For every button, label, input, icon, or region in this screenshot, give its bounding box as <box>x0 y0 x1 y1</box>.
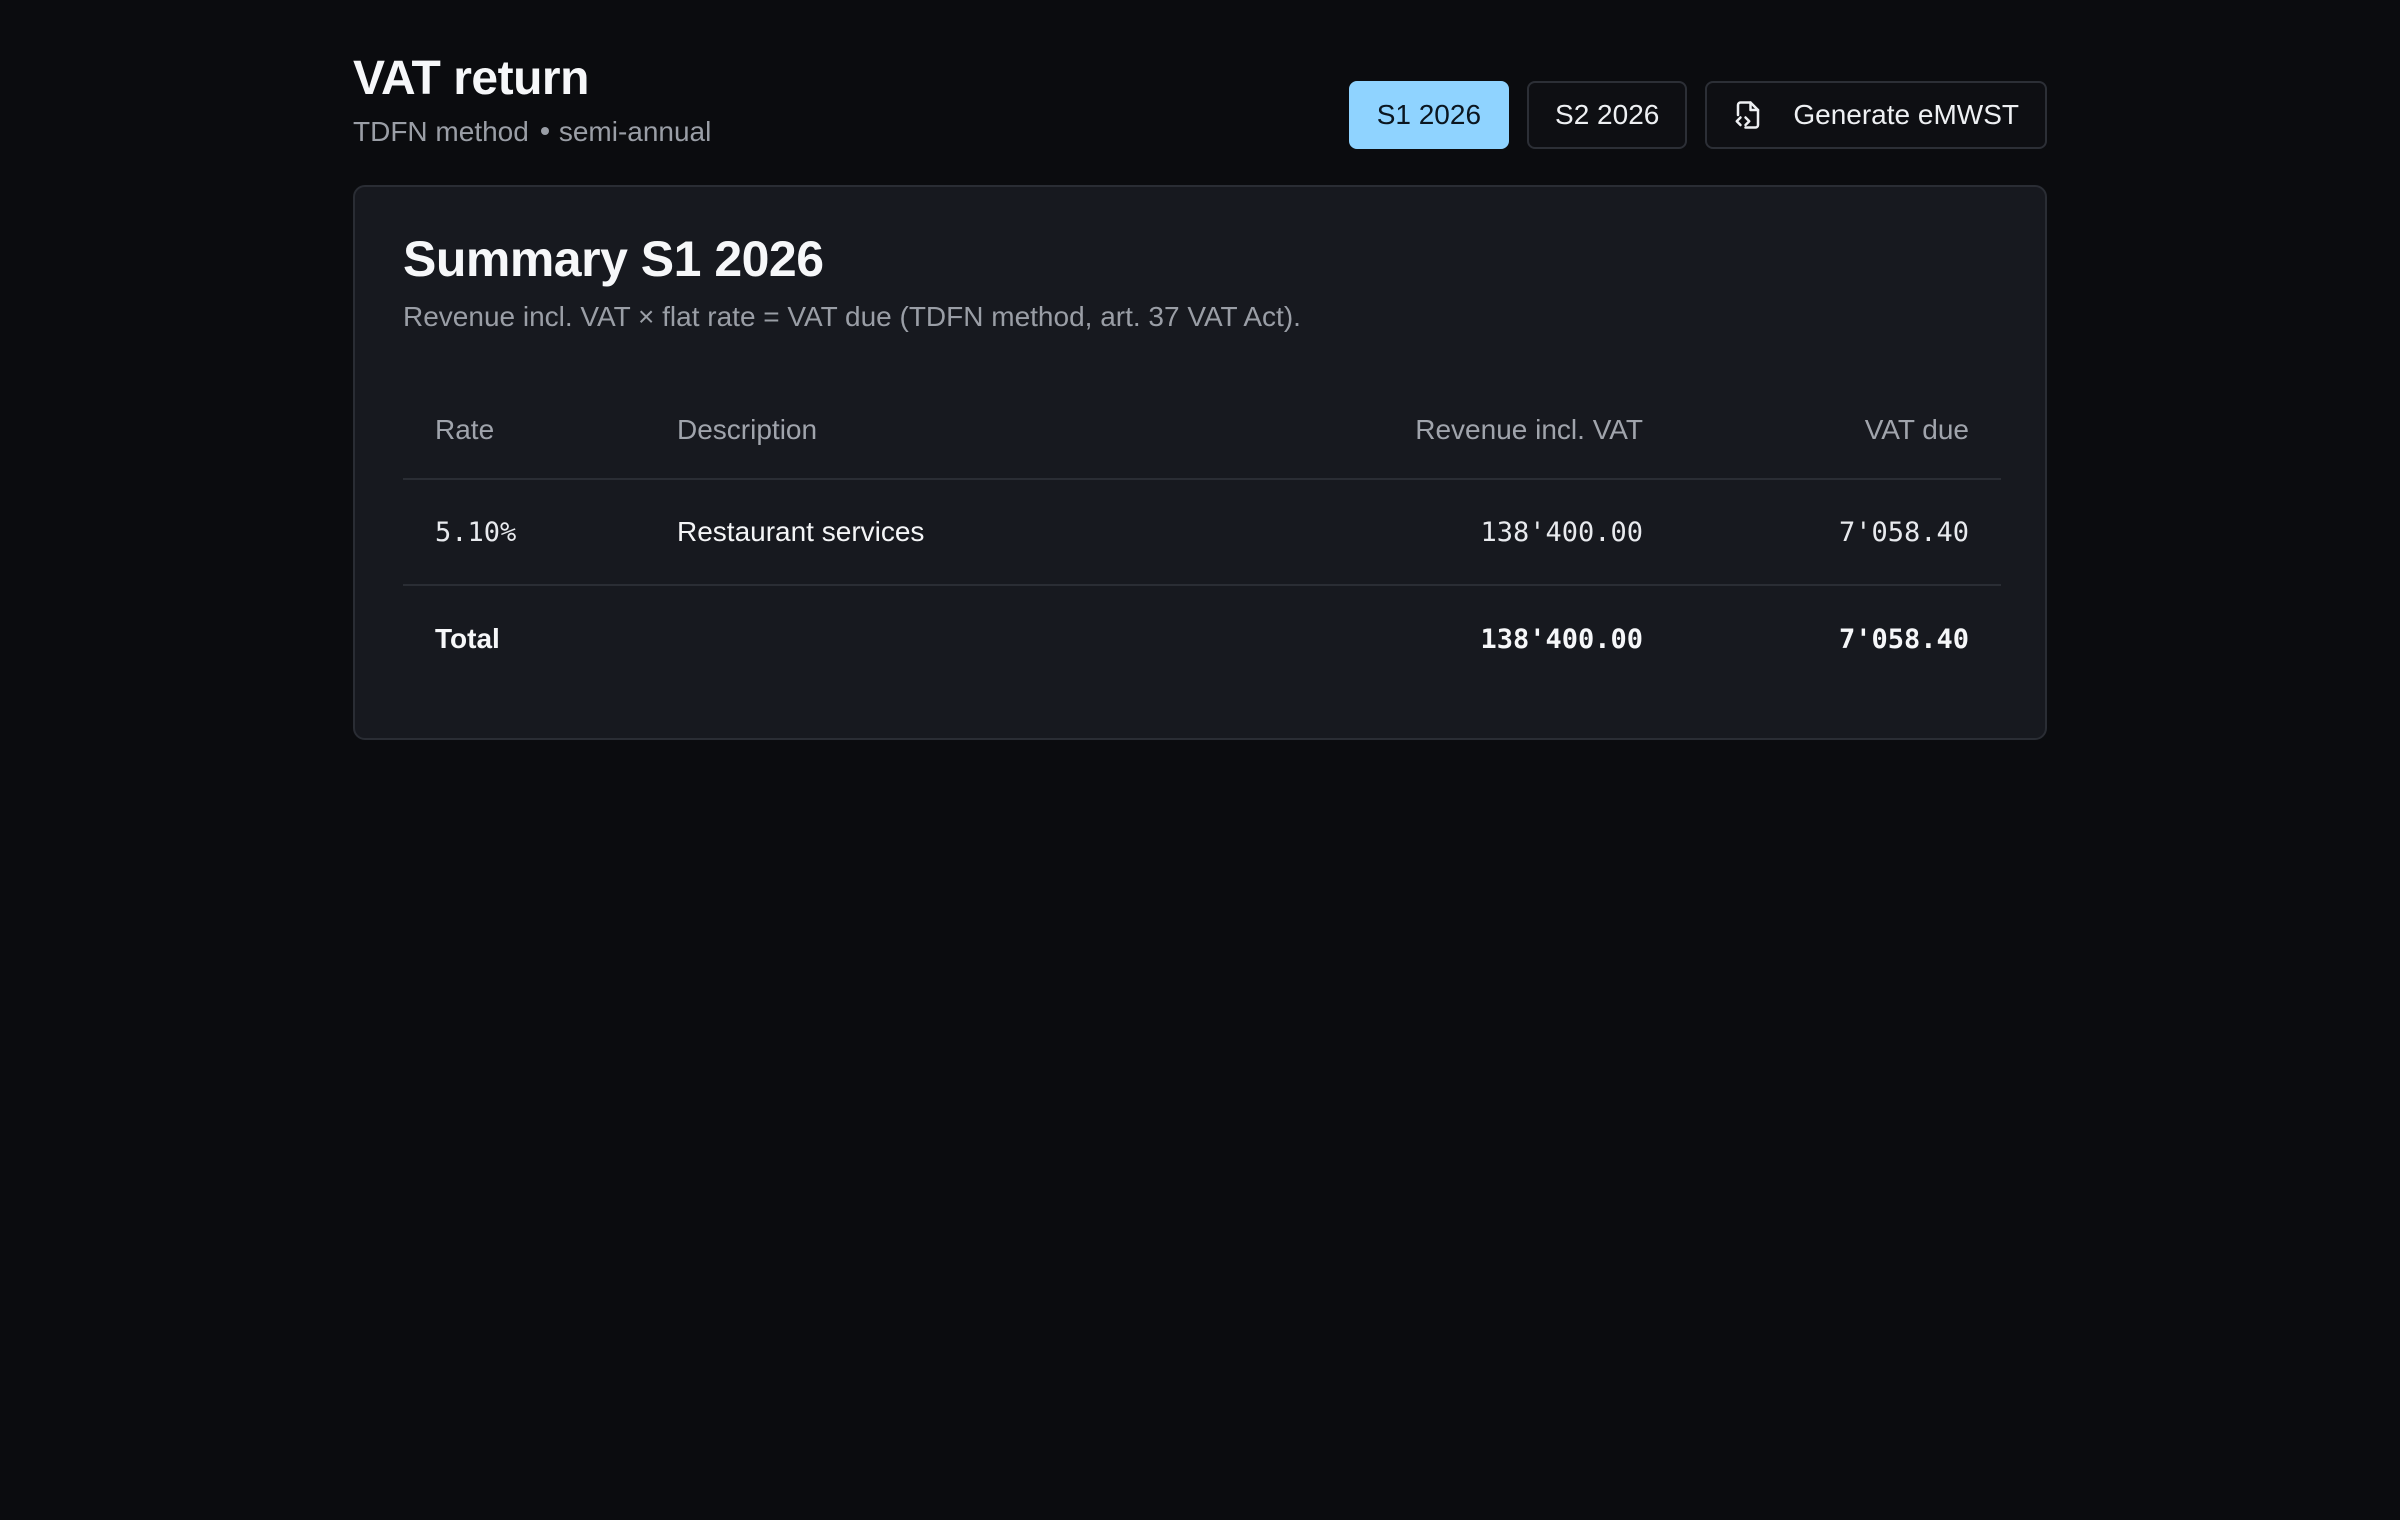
summary-title: Summary S1 2026 <box>403 231 824 287</box>
generate-emwst-button[interactable]: Generate eMWST <box>1705 81 2047 149</box>
summary-description: Revenue incl. VAT × flat rate = VAT due … <box>403 301 1301 332</box>
file-code-icon <box>1731 98 1765 132</box>
column-header-rate: Rate <box>435 414 495 445</box>
page-header: VAT return TDFN method semi-annual S1 202… <box>353 50 2047 185</box>
total-revenue-cell: 138'400.00 <box>1480 623 1643 655</box>
page-subtitle: TDFN method semi-annual <box>353 114 711 150</box>
column-header-description: Description <box>677 414 818 445</box>
vat-due-cell: 7'058.40 <box>1838 516 1969 548</box>
toolbar: S1 2026 S2 2026 Generate eMWST <box>1348 81 2047 149</box>
description-cell: Restaurant services <box>677 516 925 547</box>
total-vat-due-cell: 7'058.40 <box>1838 623 1969 655</box>
column-header-revenue: Revenue incl. VAT <box>1415 414 1643 445</box>
table-row: 5.10% Restaurant services 138'400.00 7'0… <box>403 480 2001 586</box>
vat-return-page: VAT return TDFN method semi-annual S1 202… <box>353 50 2047 740</box>
table-total-row: Total 138'400.00 7'058.40 <box>403 586 2001 692</box>
revenue-cell: 138'400.00 <box>1480 516 1643 548</box>
summary-card: Summary S1 2026 Revenue incl. VAT × flat… <box>353 185 2047 740</box>
vat-summary-table: Rate Description Revenue incl. VAT VAT d… <box>403 382 2001 692</box>
period-type-label: semi-annual <box>558 116 712 147</box>
total-label: Total <box>435 623 500 654</box>
period-s1-2026-button[interactable]: S1 2026 <box>1348 81 1510 149</box>
method-label: TDFN method <box>353 116 529 147</box>
page-title: VAT return <box>353 52 589 105</box>
column-header-vat-due: VAT due <box>1864 414 1969 445</box>
period-s2-2026-button[interactable]: S2 2026 <box>1527 81 1688 149</box>
bullet-separator <box>540 127 549 136</box>
rate-cell: 5.10% <box>435 516 517 548</box>
generate-emwst-label: Generate eMWST <box>1793 99 2019 130</box>
table-header-row: Rate Description Revenue incl. VAT VAT d… <box>403 382 2001 480</box>
